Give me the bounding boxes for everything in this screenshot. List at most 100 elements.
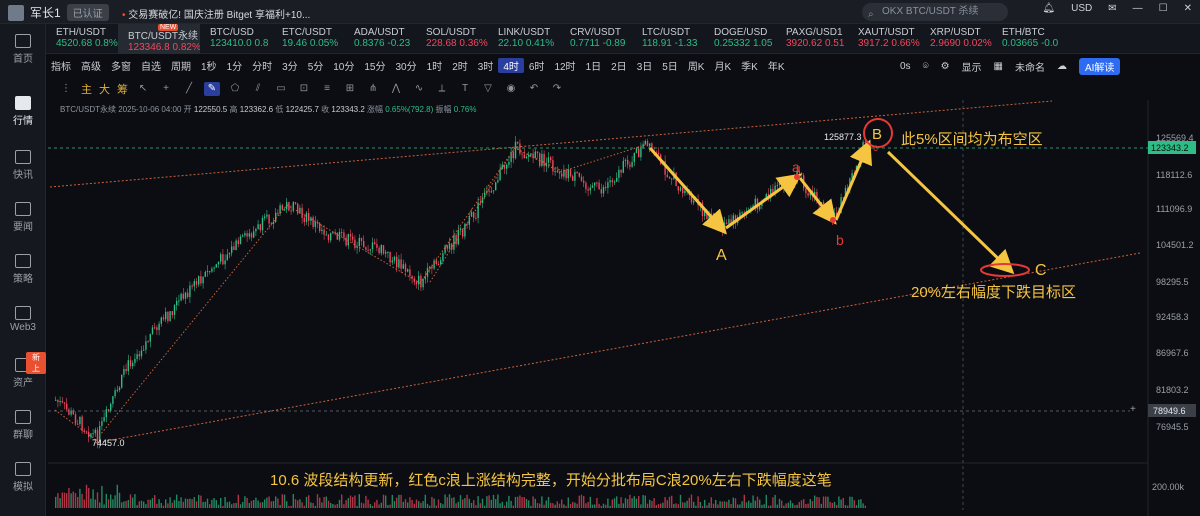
candle-body [550,157,552,161]
volume-bar [466,494,468,508]
candle-body [616,177,618,182]
volume-bar [816,496,818,508]
volume-bar [838,496,840,508]
candle-body [253,231,255,238]
volume-bar [178,501,180,508]
volume-bar [719,501,721,508]
candle-body [492,190,495,192]
volume-bar [468,498,470,508]
candle-body [140,350,143,357]
candle-body [68,409,70,415]
volume-bar [836,505,838,508]
volume-bar [558,503,561,508]
volume-bar [811,501,814,508]
wave-a-arrow [725,173,802,230]
price-tick: 92458.3 [1156,312,1189,322]
volume-bar [809,499,811,508]
volume-bar [213,498,215,508]
volume-bar [796,504,798,508]
candle-body [415,281,418,285]
volume-bar [607,498,609,508]
volume-bar [429,505,431,508]
candle-body [70,410,72,415]
volume-bar [204,501,206,508]
volume-bar [734,498,737,508]
volume-bar [195,501,198,508]
candle-body [400,259,402,269]
volume-bar [506,501,508,508]
candle-body [259,224,261,231]
volume-bar [539,503,541,508]
candlestick-chart[interactable]: A a b B c C 125877.3 74457.0 此5%区间均为布空区 … [0,0,1200,516]
volume-bar [840,499,842,508]
candle-body [323,229,325,235]
volume-bar [330,502,332,508]
volume-bar [783,505,785,508]
volume-bar [369,504,371,508]
candle-body [629,164,631,167]
volume-bar [462,499,464,508]
volume-bar [224,496,226,508]
candle-body [589,187,591,191]
volume-bar [499,503,501,508]
volume-bar [303,505,305,508]
volume-bar [514,496,517,508]
volume-bar [277,498,279,508]
volume-bar [125,500,127,508]
candle-body [312,217,314,227]
volume-bar [404,499,407,508]
candle-body [105,409,107,418]
candle-body [169,311,171,321]
candle-body [103,417,105,422]
volume-bar [182,501,184,508]
volume-bar [420,502,422,508]
candle-body [470,212,473,217]
volume-bar [532,496,534,508]
candle-body [81,416,83,431]
volume-bar [583,496,585,508]
volume-bar [512,505,514,508]
volume-bar [693,501,695,508]
volume-bar [704,499,706,508]
volume-bar [270,501,272,508]
volume-bar [541,496,543,508]
candle-body [165,311,167,320]
volume-bar [717,504,719,508]
volume-bar [123,501,125,508]
candle-body [189,285,191,298]
candle-body [554,171,556,173]
candle-body [668,177,671,179]
price-tick: 118112.6 [1156,170,1192,180]
candle-body [55,399,57,401]
volume-bar [550,502,552,508]
volume-bar [127,500,129,508]
volume-bar [191,499,193,508]
candle-body [547,157,550,163]
candle-body [583,180,585,183]
volume-bar [290,505,292,508]
volume-bar [847,505,849,508]
volume-bar [653,498,655,508]
candle-body [649,143,651,147]
wave-B-label: B [872,126,882,143]
candle-body [605,186,607,188]
candle-body [578,172,580,177]
volume-bar [220,497,222,508]
candle-body [226,254,228,261]
volume-bar [695,505,697,508]
volume-bar [444,494,446,508]
wave-c-label: c [873,143,878,154]
volume-bar [721,501,723,508]
candle-body [327,234,330,241]
volume-bar [415,499,418,508]
volume-bar [481,498,484,508]
volume-bar [803,499,805,508]
wave-count-line-2 [429,144,646,283]
candle-body [607,182,609,188]
volume-bar [825,496,827,508]
add-alert-icon[interactable]: + [1130,404,1136,415]
candle-body [191,285,193,287]
candle-body [409,269,411,277]
volume-bar [587,502,589,508]
volume-bar [176,494,178,508]
